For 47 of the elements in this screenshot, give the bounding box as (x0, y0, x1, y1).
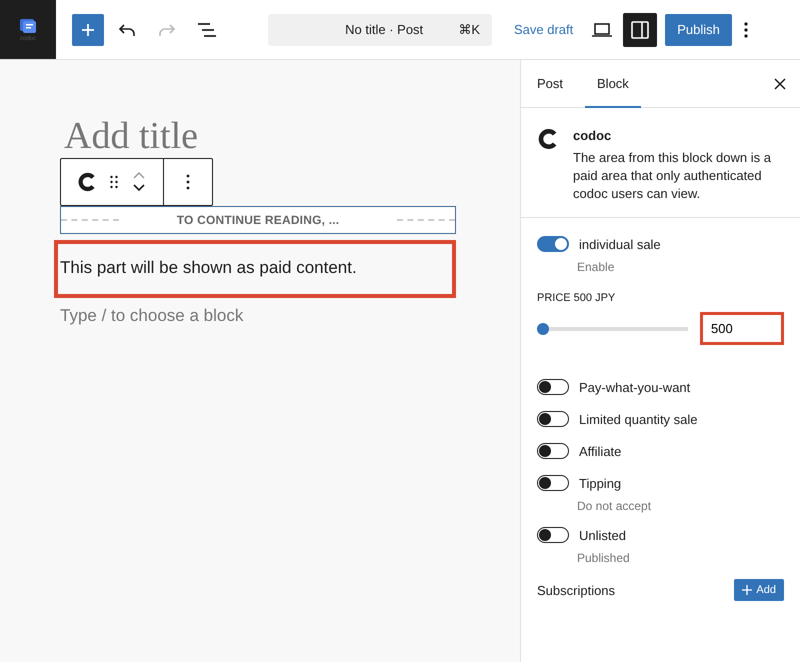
block-description: The area from this block down is a paid area that only authenticated codoc users can view. (573, 149, 772, 203)
sidebar-tab[interactable]: Post (525, 60, 576, 108)
plus-icon (80, 22, 96, 38)
close-icon (774, 78, 786, 90)
document-title: No title · Post (344, 22, 424, 37)
subscriptions-label: Subscriptions (537, 582, 616, 598)
laptop-icon (591, 22, 614, 38)
toggle-label: Affiliate (579, 444, 622, 458)
add-button[interactable]: Add (734, 579, 784, 601)
toggle-label: individual sale (579, 236, 661, 252)
toggle-label: Unlisted (579, 528, 626, 542)
toggle-hint: Do not accept (577, 499, 652, 513)
paywall-label: TO CONTINUE READING, ... (176, 213, 340, 227)
more-icon[interactable] (186, 174, 190, 190)
sidebar-icon (631, 20, 650, 38)
c-logo-icon (537, 128, 559, 150)
toggle-switch[interactable] (537, 527, 569, 543)
toggle-hint: Published (577, 551, 631, 565)
save-draft-link[interactable]: Save draft (514, 22, 574, 37)
sidebar-tab[interactable]: Block (585, 60, 641, 108)
plus-icon (742, 585, 752, 595)
add-block-button[interactable] (72, 14, 104, 46)
price-input[interactable]: 500 (700, 312, 784, 345)
drag-handle-icon[interactable] (109, 174, 119, 190)
toggle-switch[interactable] (537, 475, 569, 491)
slider-thumb[interactable] (537, 322, 549, 334)
paragraph-block[interactable]: This part will be shown as paid content. (54, 240, 456, 298)
toggle-label: Pay-what-you-want (579, 380, 690, 394)
block-name: codoc (573, 128, 612, 143)
publish-button[interactable]: Publish (665, 14, 732, 46)
toggle-switch[interactable] (537, 443, 569, 459)
settings-toggle-button[interactable] (623, 12, 658, 46)
toggle-switch[interactable] (537, 379, 569, 395)
toggle-switch[interactable] (537, 236, 569, 252)
c-logo-icon[interactable] (77, 172, 97, 192)
toggle-hint: Enable (577, 260, 616, 274)
toggle-label: Tipping (579, 476, 622, 490)
block-placeholder[interactable]: Type / to choose a block (60, 306, 456, 326)
toggle-label: Limited quantity sale (579, 412, 698, 426)
more-icon (744, 22, 748, 38)
title-placeholder[interactable]: Add title (60, 114, 456, 158)
shortcut-hint: ⌘K (458, 22, 480, 37)
paywall-block[interactable]: TO CONTINUE READING, ... (60, 206, 456, 234)
document-icon (19, 18, 37, 34)
price-label: PRICE 500 JPY (537, 292, 616, 304)
command-bar[interactable]: No title · Post ⌘K (268, 14, 492, 46)
toggle-switch[interactable] (537, 411, 569, 427)
